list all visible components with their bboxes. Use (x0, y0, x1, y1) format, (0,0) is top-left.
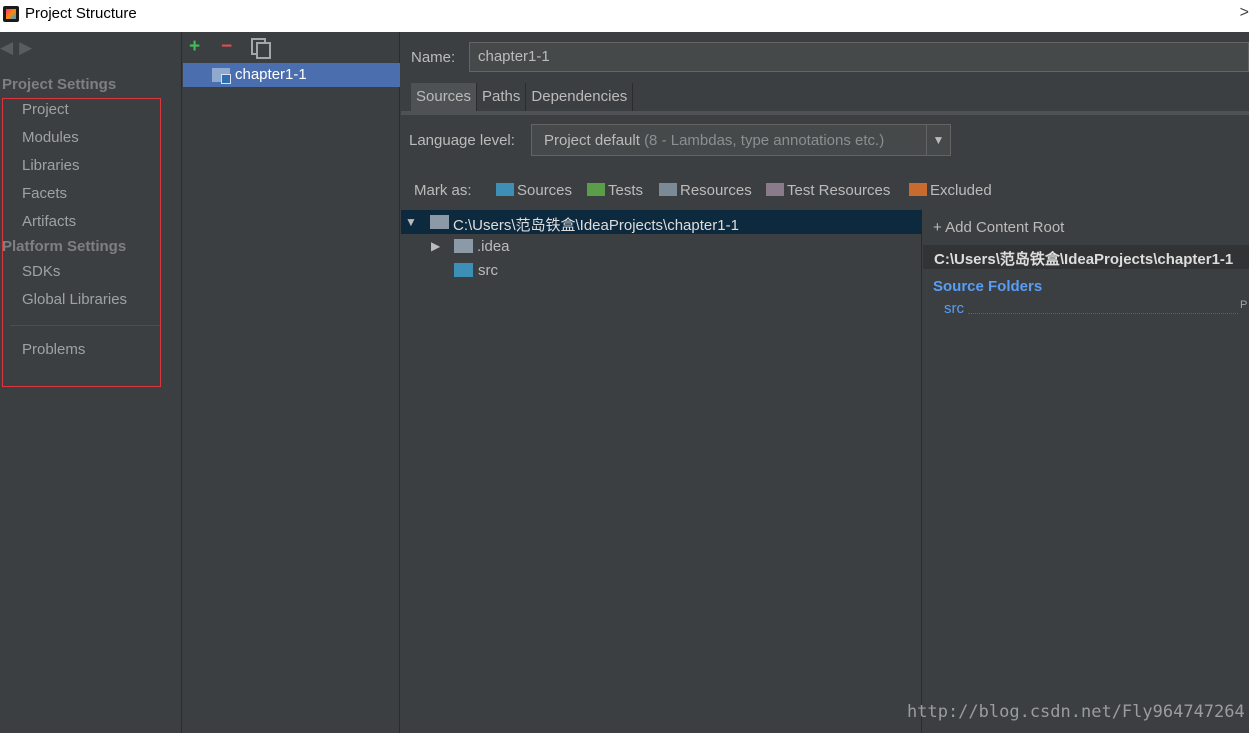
module-label: chapter1-1 (235, 66, 307, 83)
add-content-root-button[interactable]: + Add Content Root (933, 219, 1064, 236)
forward-arrow-icon[interactable]: ▶ (19, 38, 32, 57)
module-name-field[interactable]: chapter1-1 (469, 42, 1249, 72)
content-root-panel: + Add Content Root C:\Users\范岛铁盒\IdeaPro… (923, 209, 1249, 733)
source-folder-item[interactable]: src (944, 300, 964, 317)
tests-folder-icon (587, 183, 605, 196)
resources-folder-icon (659, 183, 677, 196)
tab-paths[interactable]: Paths (477, 83, 527, 111)
name-label: Name: (411, 49, 456, 66)
language-level-select[interactable]: Project default (8 - Lambdas, type annot… (531, 124, 951, 156)
content-folder-tree: ▼ C:\Users\范岛铁盒\IdeaProjects\chapter1-1 … (401, 209, 922, 733)
tree-item-label: src (478, 262, 498, 279)
mark-as-sources-button[interactable]: Sources (496, 182, 572, 199)
highlight-annotation-box (2, 98, 161, 387)
settings-navigation: ◀ ▶ Project Settings Project Modules Libr… (0, 32, 182, 733)
mark-as-tests-button[interactable]: Tests (587, 182, 643, 199)
tree-row-idea[interactable]: ▶ .idea (401, 234, 922, 258)
tree-root-label: C:\Users\范岛铁盒\IdeaProjects\chapter1-1 (453, 217, 739, 234)
mark-as-resources-label: Resources (680, 182, 752, 199)
language-level-value: Project default (544, 132, 640, 149)
intellij-app-icon (3, 6, 19, 22)
remove-module-icon[interactable]: − (221, 36, 232, 58)
expanded-arrow-icon[interactable]: ▼ (405, 215, 417, 229)
window-title: Project Structure (25, 5, 137, 22)
dotted-leader (968, 313, 1238, 314)
mark-as-excluded-button[interactable]: Excluded (909, 182, 992, 199)
mark-as-sources-label: Sources (517, 182, 573, 199)
package-prefix-icon[interactable]: P (1240, 299, 1247, 311)
add-module-icon[interactable]: + (189, 36, 200, 58)
sources-folder-icon (496, 183, 514, 196)
title-bar: Project Structure > (0, 0, 1249, 32)
modules-panel: + − chapter1-1 (183, 32, 400, 733)
tab-sources[interactable]: Sources (411, 83, 478, 111)
close-icon[interactable]: > (1240, 4, 1249, 22)
mark-as-test-resources-label: Test Resources (787, 182, 891, 199)
folder-icon (430, 215, 449, 229)
watermark: http://blog.csdn.net/Fly964747264 (907, 702, 1245, 722)
module-item-chapter1-1[interactable]: chapter1-1 (183, 63, 400, 87)
tree-item-label: .idea (477, 238, 510, 255)
chevron-down-icon[interactable]: ▼ (926, 125, 950, 155)
mark-as-resources-button[interactable]: Resources (659, 182, 752, 199)
language-level-detail: (8 - Lambdas, type annotations etc.) (644, 132, 885, 149)
tree-row-root[interactable]: ▼ C:\Users\范岛铁盒\IdeaProjects\chapter1-1 (401, 210, 922, 234)
content-root-path: C:\Users\范岛铁盒\IdeaProjects\chapter1-1 (923, 245, 1249, 269)
mark-as-tests-label: Tests (608, 182, 644, 199)
mark-as-excluded-label: Excluded (930, 182, 992, 199)
module-folder-icon (212, 68, 231, 84)
source-folders-title: Source Folders (933, 278, 1043, 295)
folder-icon (454, 239, 473, 253)
copy-module-icon[interactable] (251, 38, 271, 59)
tree-row-src[interactable]: src (401, 258, 922, 282)
history-arrows: ◀ ▶ (0, 38, 38, 58)
project-settings-header: Project Settings (2, 76, 117, 93)
tabs-underline (401, 111, 1249, 115)
tab-dependencies[interactable]: Dependencies (526, 83, 634, 111)
module-tabs: Sources Paths Dependencies (411, 83, 634, 111)
test-resources-folder-icon (766, 183, 784, 196)
back-arrow-icon[interactable]: ◀ (0, 38, 13, 57)
mark-as-label: Mark as: (414, 182, 472, 199)
module-settings: Name: chapter1-1 Sources Paths Dependenc… (401, 32, 1249, 733)
language-level-label: Language level: (409, 132, 515, 149)
excluded-folder-icon (909, 183, 927, 196)
collapsed-arrow-icon[interactable]: ▶ (431, 239, 440, 253)
mark-as-test-resources-button[interactable]: Test Resources (766, 182, 890, 199)
source-folder-icon (454, 263, 473, 277)
